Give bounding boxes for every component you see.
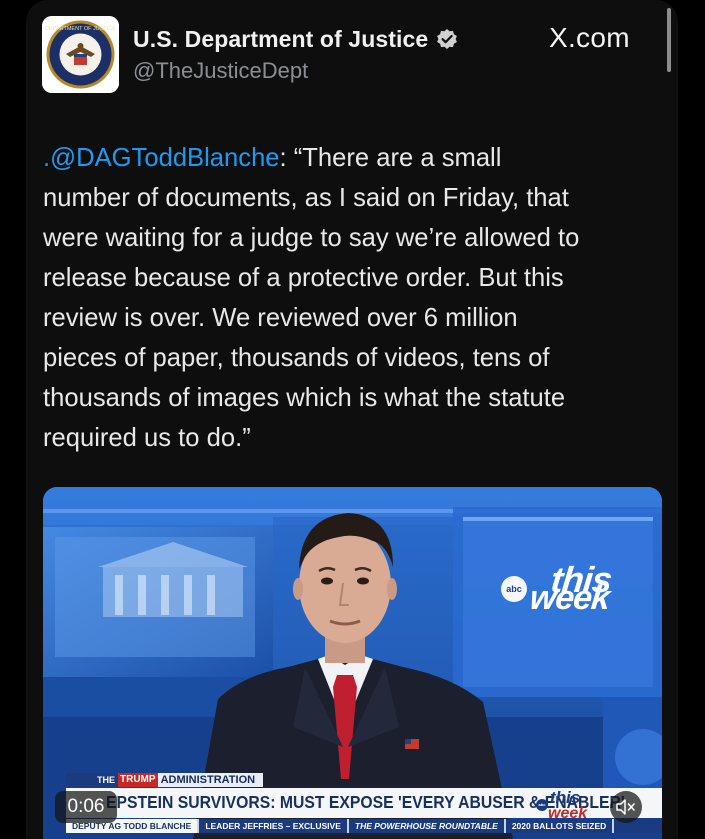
tweet-line-1-text: : “There are a small [279, 144, 502, 172]
tag-trump: TRUMP [118, 773, 158, 787]
video-timestamp: 0:06 [55, 791, 117, 823]
show-logo-week: week [528, 579, 612, 617]
speaker-muted-icon [616, 799, 635, 815]
mute-button[interactable] [610, 791, 642, 823]
ticker-item: 2020 BALLOTS SEIZED [506, 819, 615, 833]
tag-the: THE [94, 773, 118, 787]
tweet-line-3: were waiting for a judge to say we’re al… [43, 224, 580, 252]
tweet-text: .@DAGToddBlanche: “There are a small num… [43, 138, 663, 458]
doj-seal-icon: DEPARTMENT OF JUSTICE [42, 16, 119, 93]
scrollbar[interactable] [667, 8, 671, 72]
show-logo: abc this week [501, 559, 613, 617]
tweet-line-5: review is over. We reviewed over 6 milli… [43, 304, 518, 332]
show-logo-text: this week [528, 559, 613, 617]
mention-link[interactable]: .@DAGToddBlanche [43, 144, 280, 172]
tweet-line-1: .@DAGToddBlanche: “There are a small [43, 138, 663, 178]
network-bug [66, 773, 94, 787]
source-label: X.com [549, 22, 630, 53]
tag-administration: ADMINISTRATION [160, 774, 256, 786]
lower-third-abc-logo: abc [536, 799, 548, 811]
tweet-line-8: required us to do.” [43, 424, 251, 452]
tweet-line-4: release because of a protective order. B… [43, 264, 564, 292]
lower-third-show-logo: abc this week [536, 789, 587, 822]
ticker-item: LEADER JEFFRIES – EXCLUSIVE [199, 819, 349, 833]
abc-logo: abc [501, 576, 527, 602]
tweet-line-2: number of documents, as I said on Friday… [43, 184, 569, 212]
verified-badge-icon [437, 29, 458, 49]
account-name-row[interactable]: U.S. Department of Justice [133, 22, 458, 56]
news-ticker: DEPUTY AG TODD BLANCHE LEADER JEFFRIES –… [66, 819, 662, 833]
account-handle[interactable]: @TheJusticeDept [133, 58, 308, 84]
avatar[interactable]: DEPARTMENT OF JUSTICE [42, 16, 119, 93]
tweet-line-7: thousands of images which is what the st… [43, 384, 566, 412]
tweet-line-6: pieces of paper, thousands of videos, te… [43, 344, 550, 372]
news-lower-third: THE TRUMP ADMINISTRATION EPSTEIN SURVIVO… [66, 773, 662, 839]
lower-third-headline-bar: EPSTEIN SURVIVORS: MUST EXPOSE 'EVERY AB… [66, 788, 662, 822]
lower-third-logo-text: this week [548, 789, 587, 822]
ticker-item: THE POWERHOUSE ROUNDTABLE [349, 819, 506, 833]
lower-third-tag: THE TRUMP ADMINISTRATION [66, 773, 264, 787]
seal-lettering: DEPARTMENT OF JUSTICE [45, 26, 116, 32]
video-player[interactable]: abc this week THE TRUMP ADMINISTRATION E… [43, 487, 662, 839]
account-name[interactable]: U.S. Department of Justice [133, 26, 428, 53]
